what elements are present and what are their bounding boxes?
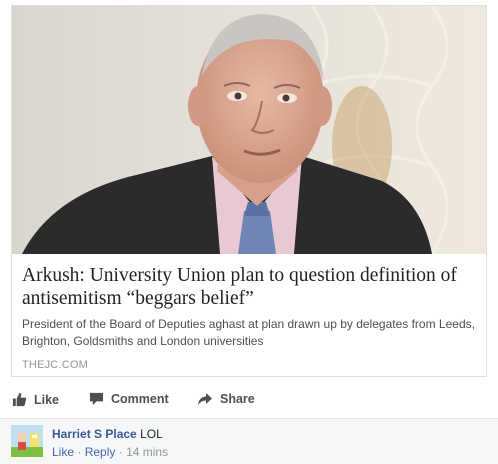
share-label: Share [220, 392, 255, 406]
comment-timestamp[interactable]: 14 mins [126, 445, 168, 459]
comments-section: Harriet S Place LOL Like · Reply · 14 mi… [0, 418, 498, 464]
comment-reply-link[interactable]: Reply [85, 445, 116, 459]
comment-meta: Like · Reply · 14 mins [52, 445, 168, 459]
comment-body: Harriet S Place LOL [52, 426, 163, 442]
comment-author-link[interactable]: Harriet S Place [52, 427, 137, 441]
link-text-block[interactable]: Arkush: University Union plan to questio… [12, 254, 486, 376]
article-description: President of the Board of Deputies aghas… [22, 317, 475, 348]
article-photo[interactable] [12, 6, 486, 254]
thumbs-up-icon [12, 392, 27, 407]
meta-separator: · [77, 445, 82, 459]
share-arrow-icon [198, 393, 212, 405]
link-preview-card[interactable]: Arkush: University Union plan to questio… [11, 5, 487, 377]
speech-bubble-icon [89, 392, 104, 406]
share-button[interactable]: Share [197, 392, 255, 406]
article-domain: THEJC.COM [22, 359, 88, 371]
like-label: Like [34, 392, 60, 407]
meta-separator: · [118, 445, 123, 459]
post-action-bar: Like Comment Share [11, 386, 487, 418]
like-button[interactable]: Like [12, 392, 59, 407]
comment-label: Comment [111, 392, 169, 406]
commenter-avatar[interactable] [11, 425, 43, 457]
comment-like-link[interactable]: Like [52, 445, 74, 459]
comment-button[interactable]: Comment [89, 392, 169, 406]
article-headline[interactable]: Arkush: University Union plan to questio… [22, 264, 476, 310]
comment-text: LOL [140, 427, 163, 441]
